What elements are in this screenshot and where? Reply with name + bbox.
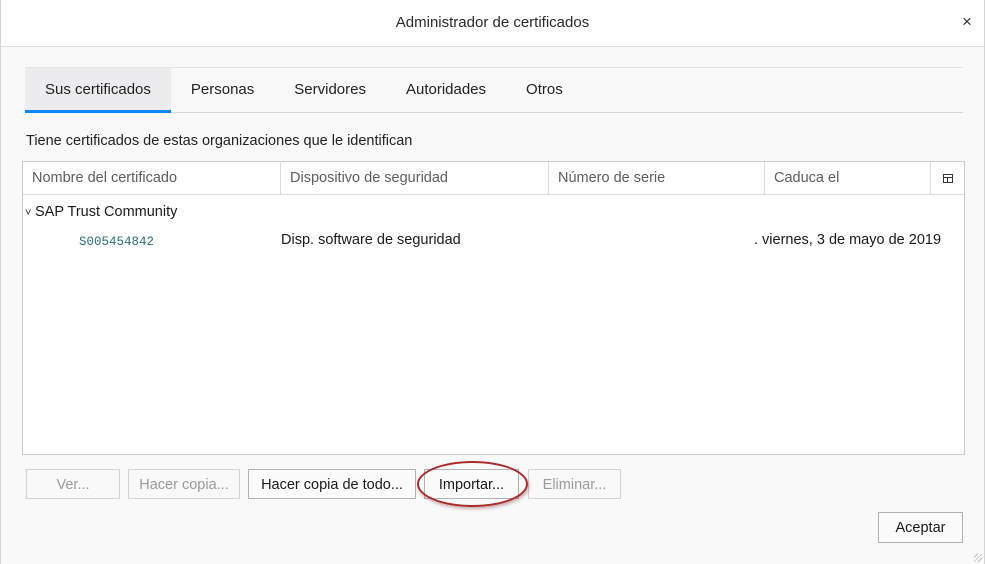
tab-people[interactable]: Personas	[171, 68, 274, 112]
tab-strip: Sus certificados Personas Servidores Aut…	[25, 67, 963, 113]
certificate-device: Disp. software de seguridad	[281, 232, 461, 248]
certificate-manager-dialog: Administrador de certificados × Sus cert…	[0, 0, 985, 564]
tree-header: Nombre del certificado Dispositivo de se…	[23, 162, 964, 195]
tab-others[interactable]: Otros	[506, 68, 583, 112]
backup-button[interactable]: Hacer copia...	[128, 469, 240, 499]
import-button[interactable]: Importar...	[424, 469, 519, 499]
certificate-tree[interactable]: Nombre del certificado Dispositivo de se…	[22, 161, 965, 455]
delete-button[interactable]: Eliminar...	[528, 469, 621, 499]
group-name: SAP Trust Community	[35, 204, 178, 220]
dialog-title: Administrador de certificados	[395, 14, 590, 31]
column-header-security-device[interactable]: Dispositivo de seguridad	[280, 162, 548, 194]
column-header-expires-on[interactable]: Caduca el	[764, 162, 930, 194]
tab-your-certificates[interactable]: Sus certificados	[25, 68, 171, 113]
certificate-expiry: . viernes, 3 de mayo de 2019	[754, 232, 942, 248]
column-header-certificate-name[interactable]: Nombre del certificado	[23, 162, 279, 194]
tab-authorities[interactable]: Autoridades	[386, 68, 506, 112]
tab-description: Tiene certificados de estas organizacion…	[26, 133, 413, 149]
certificate-row[interactable]: S005454842 Disp. software de seguridad .…	[23, 230, 964, 252]
title-bar: Administrador de certificados ×	[1, 0, 984, 47]
certificate-name: S005454842	[79, 235, 155, 249]
backup-all-button[interactable]: Hacer copia de todo...	[248, 469, 416, 499]
ok-button[interactable]: Aceptar	[878, 512, 963, 543]
resize-grip-icon[interactable]	[974, 554, 982, 562]
column-picker-icon[interactable]	[930, 162, 964, 194]
tree-group-row[interactable]: ˅ SAP Trust Community	[23, 202, 177, 222]
view-button[interactable]: Ver...	[26, 469, 120, 499]
tab-servers[interactable]: Servidores	[274, 68, 386, 112]
expand-twisty-icon[interactable]: ˅	[25, 203, 35, 223]
column-header-serial-number[interactable]: Número de serie	[548, 162, 763, 194]
close-icon[interactable]: ×	[956, 10, 978, 34]
